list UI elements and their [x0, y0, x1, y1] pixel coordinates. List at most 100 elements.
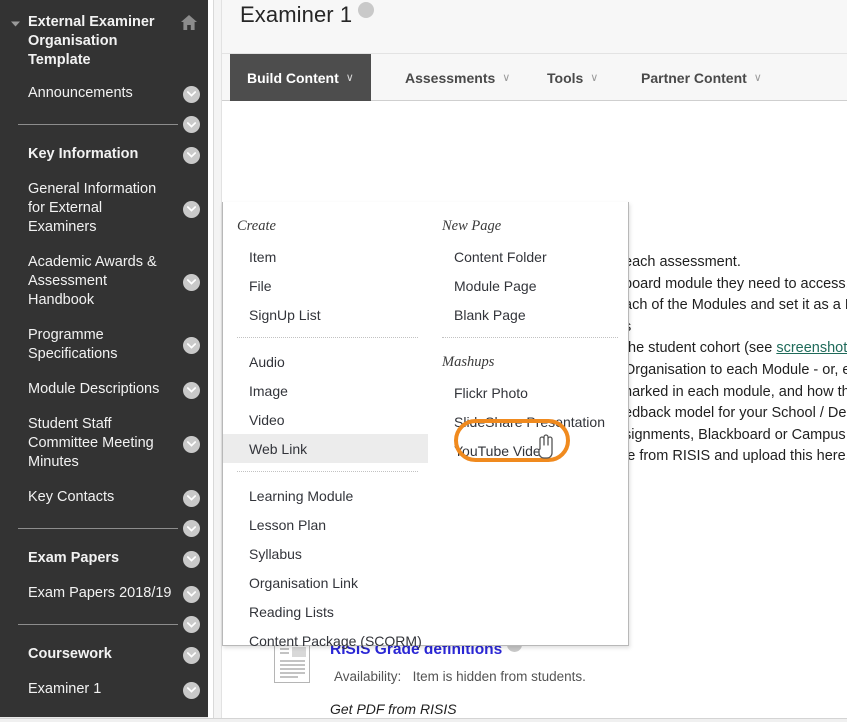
tab-label: Tools	[547, 69, 584, 86]
sidebar-item-label: Coursework	[28, 646, 112, 662]
background-text-line: ach of the Modules and set it as a Fa	[624, 297, 847, 314]
sidebar-item-label: General Information for External Examine…	[28, 181, 157, 235]
chevron-down-icon: ∨	[753, 72, 762, 84]
content-body: each assessment. board module they need t…	[222, 101, 847, 722]
sidebar-divider	[0, 611, 208, 637]
tab-tools[interactable]: Tools ∨	[530, 54, 615, 101]
sidebar-item-chevron-down-icon[interactable]	[183, 489, 200, 507]
menu-item-audio[interactable]: Audio	[223, 347, 428, 376]
sidebar-item-coursework[interactable]: Coursework	[0, 637, 208, 672]
home-icon[interactable]	[180, 14, 198, 32]
sidebar-item-announcements[interactable]: Announcements	[0, 76, 208, 111]
menu-item-learning-module[interactable]: Learning Module	[223, 481, 428, 510]
background-text-line: board module they need to access, g	[624, 275, 847, 292]
sidebar-item-chevron-down-icon[interactable]	[183, 435, 200, 453]
sidebar-item-programme-specifications[interactable]: Programme Specifications	[0, 318, 208, 372]
page-header: Examiner 1	[222, 0, 847, 54]
page-title: Examiner 1	[240, 2, 375, 28]
background-text-link[interactable]: screenshot	[776, 340, 847, 356]
sidebar-item-chevron-down-icon[interactable]	[183, 381, 200, 399]
sidebar-divider-chevron-down-icon[interactable]	[183, 616, 200, 633]
availability-value: Item is hidden from students.	[412, 669, 586, 684]
sidebar-divider-chevron-down-icon[interactable]	[183, 520, 200, 537]
action-bar: Build Content ∨ Assessments ∨ Tools ∨ Partner …	[222, 54, 847, 101]
tab-label: Assessments	[405, 69, 496, 86]
tab-label: Build Content	[247, 69, 339, 86]
application-window: External Examiner Organisation Template A…	[0, 0, 847, 722]
chevron-down-icon: ∨	[590, 72, 599, 84]
menu-item-youtube-video[interactable]: YouTube Video	[428, 436, 628, 465]
content-frame: Examiner 1 Build Content ∨ Assessments ∨ Too…	[222, 0, 847, 722]
availability-label: Availability:	[334, 669, 402, 684]
sidebar-items-list: External Examiner Organisation Template A…	[0, 0, 208, 722]
page-title-text: Examiner 1	[240, 2, 353, 27]
tab-label: Partner Content	[641, 69, 747, 86]
chevron-down-icon: ∨	[345, 72, 354, 84]
sidebar-item-label: Module Descriptions	[28, 381, 160, 397]
menu-item-blank-page[interactable]: Blank Page	[428, 300, 628, 329]
sidebar-item-exam-papers-2018-19[interactable]: Exam Papers 2018/19	[0, 576, 208, 611]
tab-build-content[interactable]: Build Content ∨	[230, 54, 371, 101]
sidebar-collapse-icon[interactable]	[8, 17, 22, 31]
sidebar-item-chevron-down-icon[interactable]	[183, 337, 200, 354]
menu-item-video[interactable]: Video	[223, 405, 428, 434]
page-title-chevron-down-icon[interactable]	[358, 2, 375, 18]
sidebar-divider	[0, 515, 208, 541]
sidebar-item-key-contacts[interactable]: Key Contacts	[0, 480, 208, 515]
sidebar-item-label: Key Information	[28, 146, 139, 162]
menu-item-web-link[interactable]: Web Link	[223, 434, 428, 463]
sidebar-item-chevron-down-icon[interactable]	[183, 585, 200, 603]
background-text-line: s	[624, 317, 847, 339]
sidebar-item-academic-awards-assessment-handbook[interactable]: Academic Awards & Assessment Handbook	[0, 245, 208, 318]
course-menu-sidebar: External Examiner Organisation Template A…	[0, 0, 208, 722]
background-text-line: le from RISIS and upload this here.	[624, 448, 847, 465]
menu-item-content-folder[interactable]: Content Folder	[428, 242, 628, 271]
sidebar-item-label: Academic Awards & Assessment Handbook	[28, 254, 157, 308]
menu-item-organisation-link[interactable]: Organisation Link	[223, 568, 428, 597]
sidebar-item-chevron-down-icon[interactable]	[183, 550, 200, 568]
sidebar-item-chevron-down-icon[interactable]	[183, 146, 200, 164]
sidebar-item-general-information-for-external-examiners[interactable]: General Information for External Examine…	[0, 172, 208, 245]
menu-item-reading-lists[interactable]: Reading Lists	[223, 597, 428, 626]
sidebar-item-chevron-down-icon[interactable]	[183, 85, 200, 103]
menu-item-syllabus[interactable]: Syllabus	[223, 539, 428, 568]
sidebar-item-label: Student Staff Committee Meeting Minutes	[28, 416, 154, 470]
sidebar-item-chevron-down-icon[interactable]	[183, 200, 200, 218]
menu-item-flickr-photo[interactable]: Flickr Photo	[428, 378, 628, 407]
sidebar-item-chevron-down-icon[interactable]	[183, 681, 200, 699]
sidebar-divider	[0, 111, 208, 137]
tab-assessments[interactable]: Assessments ∨	[388, 54, 527, 101]
chevron-down-icon: ∨	[502, 72, 511, 84]
background-text-line: Organisation to each Module - or, ev	[624, 361, 847, 378]
sidebar-collapse-handle[interactable]	[208, 0, 214, 722]
menu-group-title-mashups: Mashups	[442, 354, 495, 370]
sidebar-item-chevron-down-icon[interactable]	[183, 273, 200, 291]
background-text-line: the student cohort (see screenshot	[624, 338, 847, 360]
sidebar-item-chevron-down-icon[interactable]	[183, 646, 200, 664]
sidebar-item-module-descriptions[interactable]: Module Descriptions	[0, 372, 208, 407]
menu-group-title-new-page: New Page	[442, 218, 502, 234]
build-content-dropdown-menu: Create Item File SignUp List Audio Image Video…	[222, 202, 629, 649]
sidebar-item-label: Programme Specifications	[28, 327, 118, 362]
sidebar-divider-chevron-down-icon[interactable]	[183, 116, 200, 133]
sidebar-course-title: External Examiner Organisation Template	[0, 0, 208, 76]
menu-item-lesson-plan[interactable]: Lesson Plan	[223, 510, 428, 539]
sidebar-item-label: Exam Papers 2018/19	[28, 585, 172, 601]
menu-item-content-package-scorm[interactable]: Content Package (SCORM)	[223, 626, 428, 655]
menu-item-image[interactable]: Image	[223, 376, 428, 405]
sidebar-item-key-information[interactable]: Key Information	[0, 137, 208, 172]
tab-partner-content[interactable]: Partner Content ∨	[624, 54, 779, 101]
sidebar-item-exam-papers[interactable]: Exam Papers	[0, 541, 208, 576]
sidebar-item-student-staff-committee-meeting-minutes[interactable]: Student Staff Committee Meeting Minutes	[0, 407, 208, 480]
window-bottom-strip	[0, 718, 847, 722]
menu-item-module-page[interactable]: Module Page	[428, 271, 628, 300]
menu-item-signup-list[interactable]: SignUp List	[223, 300, 428, 329]
menu-item-slideshare-presentation[interactable]: SlideShare Presentation	[428, 407, 628, 436]
item-paragraph-1: Get PDF from RISIS	[330, 701, 457, 717]
background-text-line: signments, Blackboard or Campus P	[624, 426, 847, 443]
menu-spacer	[223, 472, 428, 481]
sidebar-item-examiner-1[interactable]: Examiner 1	[0, 672, 208, 707]
hand-pointer-cursor-icon	[534, 433, 556, 461]
menu-item-item[interactable]: Item	[223, 242, 428, 271]
menu-item-file[interactable]: File	[223, 271, 428, 300]
